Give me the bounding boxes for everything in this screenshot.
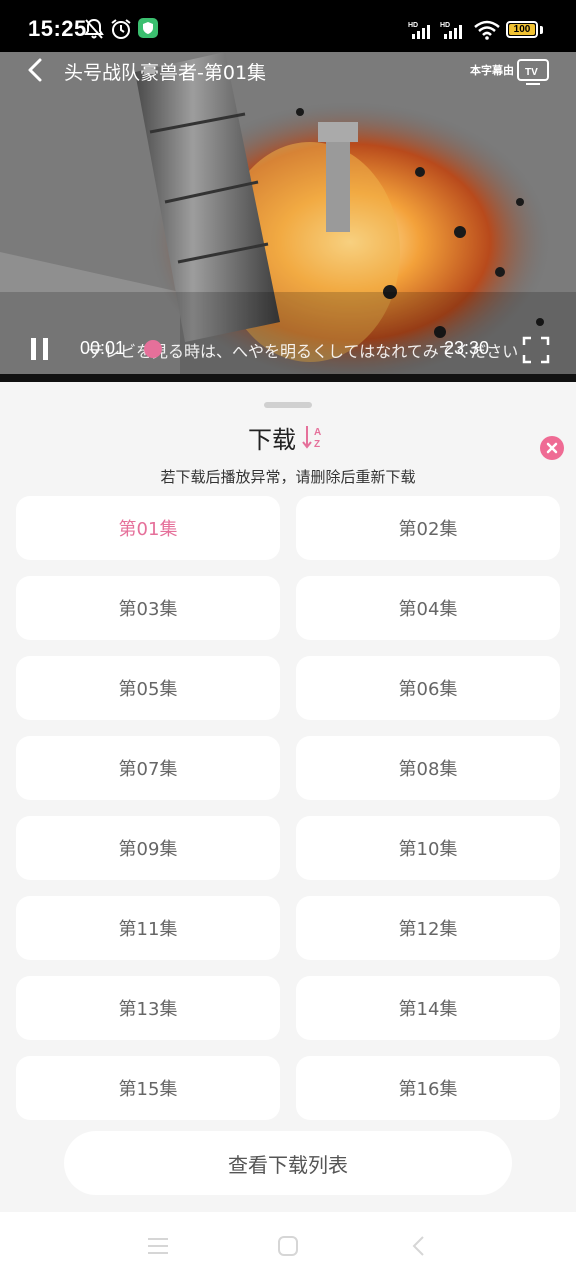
video-frame bbox=[0, 52, 576, 382]
svg-text:Z: Z bbox=[314, 439, 320, 450]
close-icon bbox=[546, 442, 558, 454]
battery-nub bbox=[540, 26, 543, 34]
menu-icon[interactable] bbox=[146, 1234, 170, 1262]
battery-level: 100 bbox=[509, 24, 535, 35]
download-sheet: 下载 A Z 若下载后播放异常，请删除后重新下载 第01集 第02集 第03集 第04… bbox=[0, 388, 576, 1212]
subtitle-watermark: 本字幕由 bbox=[470, 64, 514, 77]
episode-item[interactable]: 第03集 bbox=[16, 576, 280, 640]
episode-item[interactable]: 第10集 bbox=[296, 816, 560, 880]
episode-item[interactable]: 第04集 bbox=[296, 576, 560, 640]
battery-icon: 100 bbox=[506, 21, 538, 38]
episode-item[interactable]: 第16集 bbox=[296, 1056, 560, 1120]
current-time: 00:01 bbox=[80, 338, 126, 358]
episode-item[interactable]: 第05集 bbox=[16, 656, 280, 720]
alarm-icon bbox=[110, 18, 132, 44]
episode-item[interactable]: 第06集 bbox=[296, 656, 560, 720]
episode-item[interactable]: 第13集 bbox=[16, 976, 280, 1040]
back-nav-icon[interactable] bbox=[408, 1234, 432, 1262]
svg-text:A: A bbox=[314, 427, 321, 438]
app-root: 15:25 HD HD 100 头号战队豪兽者-第01集 本字幕由 TV テレビ… bbox=[0, 0, 576, 1280]
sort-az-icon[interactable]: A Z bbox=[302, 424, 326, 454]
episode-item[interactable]: 第08集 bbox=[296, 736, 560, 800]
episode-item[interactable]: 第12集 bbox=[296, 896, 560, 960]
episode-item[interactable]: 第01集 bbox=[16, 496, 280, 560]
fullscreen-icon[interactable] bbox=[522, 336, 550, 368]
episode-item[interactable]: 第09集 bbox=[16, 816, 280, 880]
home-icon[interactable] bbox=[276, 1234, 300, 1262]
view-download-list-button[interactable]: 查看下载列表 bbox=[64, 1131, 512, 1195]
status-bar: 15:25 HD HD 100 bbox=[0, 0, 576, 60]
drag-handle[interactable] bbox=[264, 402, 312, 408]
episode-item[interactable]: 第02集 bbox=[296, 496, 560, 560]
svg-text:HD: HD bbox=[440, 22, 450, 29]
sheet-title: 下载 bbox=[248, 426, 296, 454]
total-time: 23:30 bbox=[444, 338, 490, 358]
back-icon[interactable] bbox=[24, 56, 48, 88]
svg-text:HD: HD bbox=[408, 22, 418, 29]
shield-app-icon bbox=[138, 18, 158, 42]
video-title: 头号战队豪兽者-第01集 bbox=[64, 62, 267, 84]
download-hint: 若下载后播放异常，请删除后重新下载 bbox=[160, 468, 416, 486]
hd-signal-icon: HD bbox=[408, 20, 436, 44]
close-button[interactable] bbox=[540, 436, 564, 460]
video-bottom-bar bbox=[0, 374, 576, 382]
pause-icon[interactable] bbox=[28, 336, 52, 366]
bell-off-icon bbox=[84, 18, 104, 44]
episode-item[interactable]: 第14集 bbox=[296, 976, 560, 1040]
wifi-icon bbox=[474, 20, 500, 44]
episode-item[interactable]: 第15集 bbox=[16, 1056, 280, 1120]
hd-signal-icon: HD bbox=[440, 20, 468, 44]
episode-item[interactable]: 第11集 bbox=[16, 896, 280, 960]
episode-item[interactable]: 第07集 bbox=[16, 736, 280, 800]
status-time: 15:25 bbox=[28, 16, 87, 41]
navigation-bar bbox=[0, 1212, 576, 1280]
episode-grid: 第01集 第02集 第03集 第04集 第05集 第06集 第07集 第08集 第09集 第10集… bbox=[16, 496, 560, 1120]
seek-thumb[interactable] bbox=[144, 340, 162, 358]
tv-cast-icon[interactable]: TV bbox=[516, 58, 550, 90]
video-player[interactable]: 头号战队豪兽者-第01集 本字幕由 TV テレビを見る時は、へやを明るくしてはな… bbox=[0, 52, 576, 382]
svg-text:TV: TV bbox=[525, 67, 538, 78]
